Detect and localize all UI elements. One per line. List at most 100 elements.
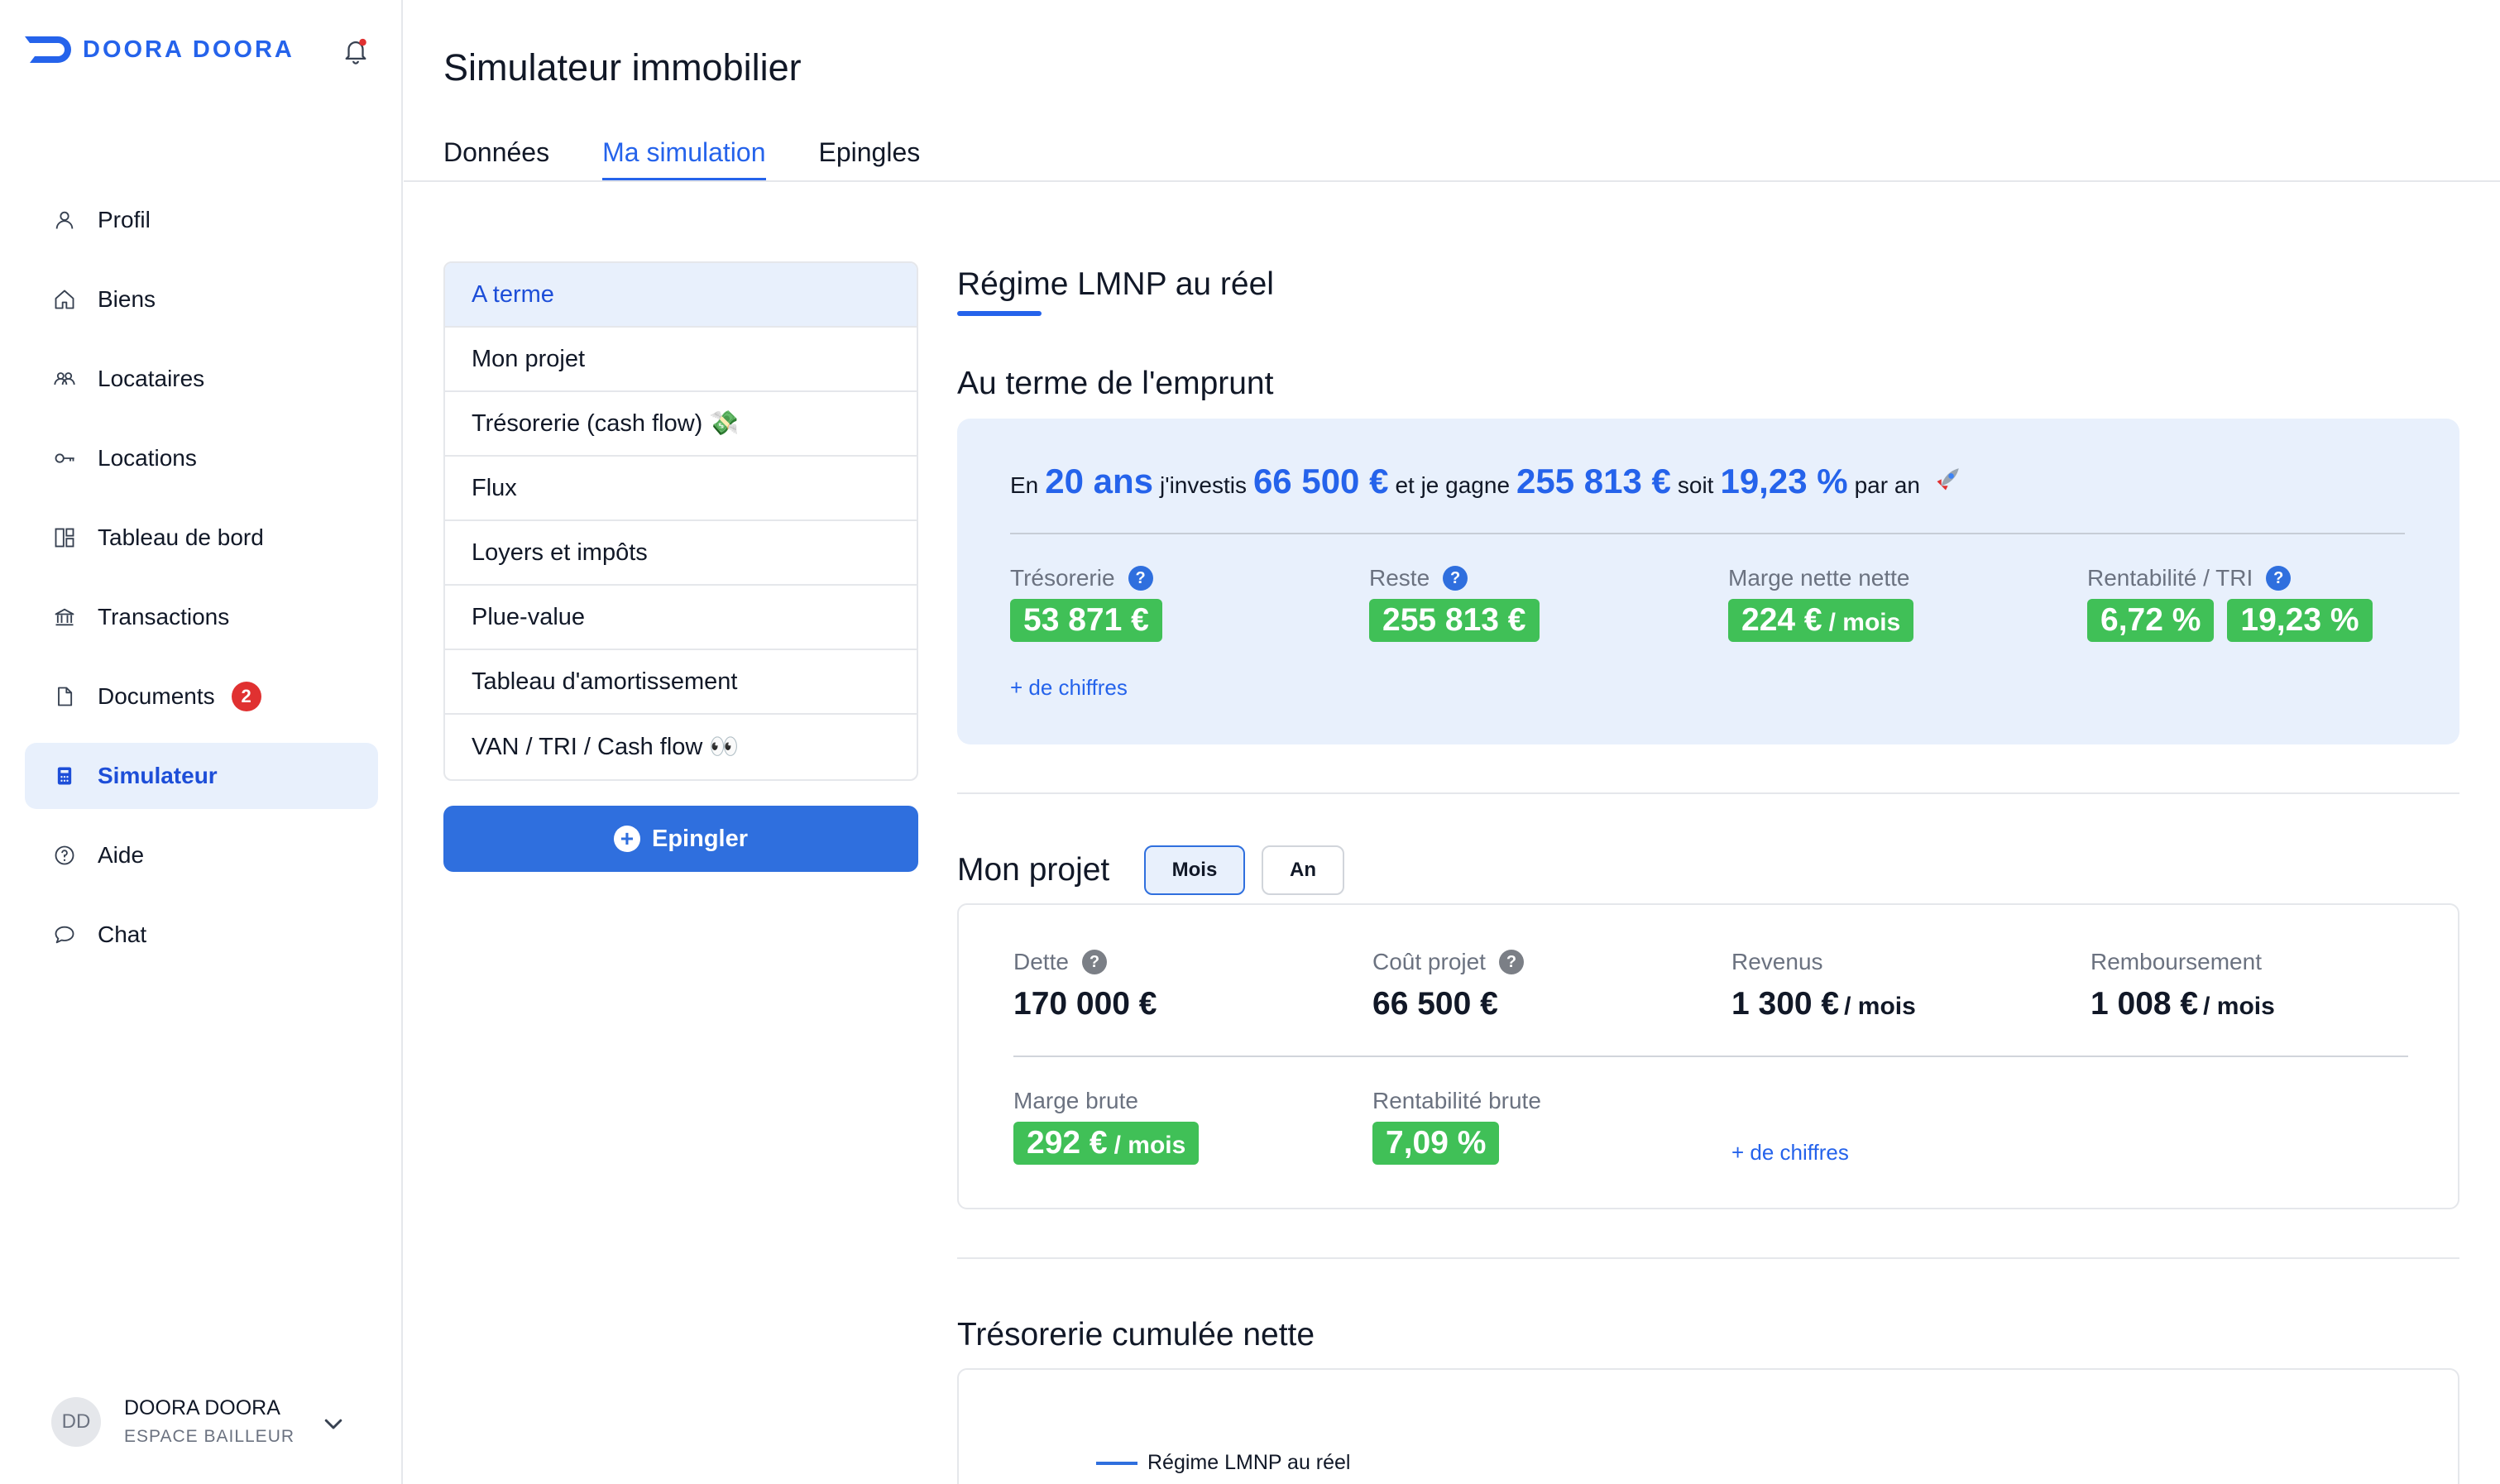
kpi-amount: 224 € xyxy=(1741,602,1822,638)
kpi-label: Rentabilité / TRI xyxy=(2087,565,2253,591)
pin-button-label: Epingler xyxy=(651,825,748,852)
plus-circle-icon: + xyxy=(613,826,640,852)
kpi-value: 1 008 € / mois xyxy=(2091,986,2275,1022)
tab-epingles[interactable]: Epingles xyxy=(819,137,921,181)
home-icon xyxy=(51,286,78,313)
section-item-flux[interactable]: Flux xyxy=(445,457,917,521)
sidebar: DOORA DOORA Profil Biens Locataires Loca… xyxy=(0,0,403,1484)
pin-button[interactable]: + Epingler xyxy=(443,806,918,872)
sidebar-item-label: Profil xyxy=(98,207,151,232)
regime-tab-indicator xyxy=(957,311,1042,316)
sidebar-item-label: Transactions xyxy=(98,604,230,630)
sidebar-item-tableau-de-bord[interactable]: Tableau de bord xyxy=(25,505,378,571)
help-icon[interactable]: ? xyxy=(1443,566,1468,591)
sentence-text: j'investis xyxy=(1160,472,1247,498)
sidebar-item-locataires[interactable]: Locataires xyxy=(25,346,378,412)
help-icon[interactable]: ? xyxy=(1498,950,1524,974)
more-figures-link[interactable]: + de chiffres xyxy=(1010,675,1128,701)
sidebar-item-transactions[interactable]: Transactions xyxy=(25,584,378,650)
kpi-value: 1 300 € / mois xyxy=(1731,986,1916,1022)
kpi-value: 53 871 € xyxy=(1010,599,1162,642)
section-item-tresorerie[interactable]: Trésorerie (cash flow) 💸 xyxy=(445,392,917,457)
sentence-text: par an xyxy=(1854,472,1920,498)
kpi-value: 7,09 % xyxy=(1372,1122,1500,1165)
kpi-value-rentabilite: 6,72 % xyxy=(2087,599,2215,642)
notification-bell-icon[interactable] xyxy=(342,36,370,65)
section-item-a-terme[interactable]: A terme xyxy=(445,263,917,328)
users-icon xyxy=(51,366,78,392)
rocket-icon xyxy=(1932,468,1959,495)
kpi-value: 255 813 € xyxy=(1369,599,1540,642)
summary-sentence: En 20 ans j'investis 66 500 € et je gagn… xyxy=(1010,462,1963,501)
kpi-value: 66 500 € xyxy=(1372,986,1498,1022)
sentence-text: et je gagne xyxy=(1395,472,1511,498)
section-item-van-tri[interactable]: VAN / TRI / Cash flow 👀 xyxy=(445,715,917,779)
kpi-label: Coût projet xyxy=(1372,949,1486,974)
brand-logo[interactable]: DOORA DOORA xyxy=(25,33,295,66)
kpi-value: 224 € / mois xyxy=(1728,599,1914,642)
key-icon xyxy=(51,445,78,472)
sentence-text: En xyxy=(1010,472,1039,498)
sidebar-item-chat[interactable]: Chat xyxy=(25,902,378,968)
term-summary-card: En 20 ans j'investis 66 500 € et je gagn… xyxy=(957,419,2459,744)
kpi-amount: 1 008 € xyxy=(2091,986,2199,1022)
section-item-mon-projet[interactable]: Mon projet xyxy=(445,328,917,392)
kpi-label: Rentabilité brute xyxy=(1372,1088,1541,1113)
help-icon[interactable]: ? xyxy=(2266,566,2292,591)
help-icon[interactable]: ? xyxy=(1081,950,1107,974)
kpi-label: Reste xyxy=(1369,565,1430,591)
kpi-unit: / mois xyxy=(1828,609,1901,636)
tab-ma-simulation[interactable]: Ma simulation xyxy=(602,137,766,181)
page-title: Simulateur immobilier xyxy=(443,46,802,89)
chart-legend[interactable]: Régime LMNP au réel xyxy=(1096,1451,1350,1475)
project-card: Dette? 170 000 € Coût projet? 66 500 € R… xyxy=(957,903,2459,1209)
help-icon xyxy=(51,842,78,869)
toggle-year-button[interactable]: An xyxy=(1262,845,1344,895)
more-figures-link[interactable]: + de chiffres xyxy=(1731,1140,1849,1166)
kpi-tresorerie: Trésorerie? 53 871 € xyxy=(1010,564,1176,642)
sidebar-item-locations[interactable]: Locations xyxy=(25,425,378,491)
user-menu[interactable]: DD DOORA DOORA ESPACE BAILLEUR xyxy=(51,1396,342,1447)
toggle-month-button[interactable]: Mois xyxy=(1144,845,1245,895)
gain-value: 255 813 € xyxy=(1516,462,1671,500)
kpi-rentabilite-brute: Rentabilité brute 7,09 % xyxy=(1372,1087,1541,1165)
tab-donnees[interactable]: Données xyxy=(443,137,549,181)
project-divider xyxy=(1013,1056,2408,1057)
chat-icon xyxy=(51,922,78,948)
section-item-loyers-impots[interactable]: Loyers et impôts xyxy=(445,521,917,586)
kpi-reste: Reste? 255 813 € xyxy=(1369,564,1553,642)
section-item-plus-value[interactable]: Plue-value xyxy=(445,586,917,650)
calculator-icon xyxy=(51,763,78,789)
kpi-rentabilite-tri: Rentabilité / TRI? 6,72 % 19,23 % xyxy=(2087,564,2386,642)
regime-title: Régime LMNP au réel xyxy=(957,266,1274,302)
investment-value: 66 500 € xyxy=(1252,462,1389,500)
duration-value: 20 ans xyxy=(1045,462,1154,500)
sidebar-item-simulateur[interactable]: Simulateur xyxy=(25,743,378,809)
kpi-amount: 1 300 € xyxy=(1731,986,1840,1022)
file-icon xyxy=(51,683,78,710)
section-divider xyxy=(957,792,2459,794)
sidebar-nav: Profil Biens Locataires Locations Tablea… xyxy=(25,187,378,981)
kpi-value: 292 € / mois xyxy=(1013,1122,1200,1165)
sidebar-item-aide[interactable]: Aide xyxy=(25,822,378,888)
kpi-label: Marge nette nette xyxy=(1728,565,1910,591)
sidebar-item-label: Documents xyxy=(98,683,215,709)
sidebar-item-profil[interactable]: Profil xyxy=(25,187,378,253)
legend-label: Régime LMNP au réel xyxy=(1147,1451,1351,1474)
sidebar-item-biens[interactable]: Biens xyxy=(25,266,378,333)
bank-icon xyxy=(51,604,78,630)
legend-line-icon xyxy=(1096,1461,1137,1465)
kpi-label: Marge brute xyxy=(1013,1088,1138,1113)
help-icon[interactable]: ? xyxy=(1128,566,1153,591)
section-item-tableau-amortissement[interactable]: Tableau d'amortissement xyxy=(445,650,917,715)
sidebar-item-label: Chat xyxy=(98,922,147,947)
sidebar-item-label: Aide xyxy=(98,842,145,868)
kpi-marge-nette: Marge nette nette 224 € / mois xyxy=(1728,564,1927,642)
chevron-down-icon[interactable] xyxy=(321,1411,346,1436)
kpi-label: Dette xyxy=(1013,949,1069,974)
kpi-label: Trésorerie xyxy=(1010,565,1115,591)
sidebar-item-label: Tableau de bord xyxy=(98,524,264,550)
sidebar-item-documents[interactable]: Documents 2 xyxy=(25,663,378,730)
brand-name: DOORA DOORA xyxy=(83,36,295,63)
user-icon xyxy=(51,207,78,233)
